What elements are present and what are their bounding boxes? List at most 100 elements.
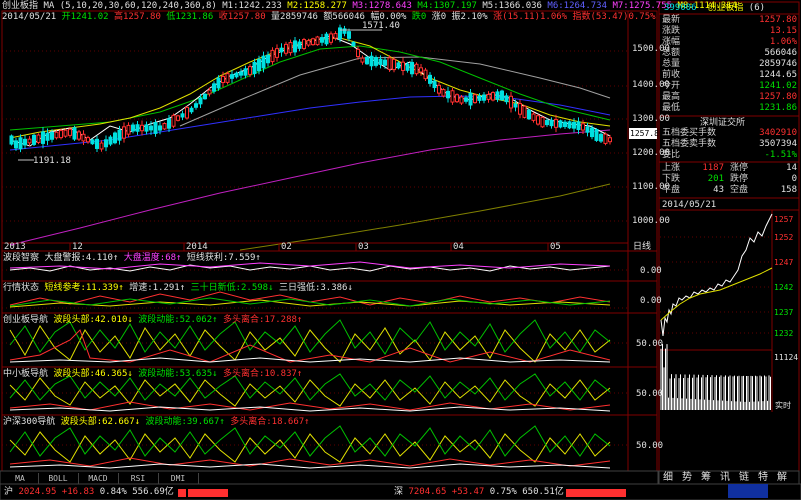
ind2-axis: 0.00	[640, 296, 662, 306]
candle-body	[203, 93, 207, 100]
candle-body	[608, 137, 612, 143]
mini-chart-date: 2014/05/21	[662, 200, 717, 210]
mini-axis-label: 1242	[774, 283, 794, 292]
candle-body	[59, 130, 63, 139]
quote-value: 566046	[764, 48, 797, 58]
ohlc-row: 2014/05/21 开1241.02 高1257.80 低1231.86 收1…	[2, 11, 656, 23]
order-book-label: 委比	[662, 150, 681, 160]
quote-label: 总量	[662, 59, 681, 69]
tab-dmi[interactable]: DMI	[158, 473, 199, 484]
candle-body	[369, 55, 374, 67]
breadth-label: 上涨	[662, 163, 681, 173]
candle-body	[41, 131, 45, 144]
ind4-axis: 50.00	[636, 389, 664, 399]
tab-rsi[interactable]: RSI	[118, 473, 159, 484]
ohlc-amount: 额566046	[323, 12, 365, 22]
candle-body	[527, 109, 531, 120]
mini-axis-label: 1247	[774, 258, 794, 267]
candle-body	[158, 125, 162, 131]
candle-body	[194, 103, 198, 108]
candle-body	[63, 129, 68, 137]
candle-body	[248, 66, 252, 75]
candle-body	[545, 120, 549, 126]
candle-body	[540, 116, 545, 128]
realtime-label[interactable]: 实时	[775, 400, 791, 412]
ind1-header: 波段智察 大盘警报:4.110↑ 大盘温度:68↑ 短线获利:7.559↑	[3, 253, 261, 263]
input-method-toolbar[interactable]	[728, 484, 768, 498]
price-axis-label: 1000.00	[632, 216, 670, 226]
candle-body	[198, 97, 203, 105]
quote-label: 前收	[662, 70, 681, 80]
price-axis-label: 1300.00	[632, 114, 670, 124]
breadth-value: 14	[786, 163, 797, 173]
candle-body	[477, 95, 482, 101]
candle-body	[50, 132, 54, 140]
candle-body	[212, 83, 216, 92]
candle-body	[131, 124, 135, 132]
candle-body	[590, 127, 594, 138]
sh-index-status: 沪 2024.95 +16.83 0.84% 556.69亿	[4, 487, 174, 497]
candle-body	[513, 103, 518, 108]
candle-body	[464, 97, 468, 102]
sidebar-tab[interactable]: 细	[663, 472, 673, 484]
sidebar-tab[interactable]: 势	[682, 472, 692, 484]
tab-macd[interactable]: MACD	[78, 473, 119, 484]
main-chart-frame	[1, 10, 658, 252]
breadth-label: 下跌	[662, 174, 681, 184]
sidebar-tab[interactable]: 链	[739, 472, 749, 484]
ohlc-high: 高1257.80	[113, 12, 161, 22]
candle-body	[347, 31, 351, 39]
candle-body	[495, 91, 500, 100]
candle-body	[32, 134, 36, 145]
breadth-value: 43	[713, 185, 724, 195]
breadth-label: 跌停	[730, 174, 749, 184]
candle-body	[95, 138, 99, 149]
tab-ma[interactable]: MA	[2, 473, 39, 484]
candle-body	[239, 71, 243, 76]
candle-body	[257, 58, 261, 72]
time-axis-label: 02	[281, 242, 292, 252]
quote-label: 最新	[662, 15, 681, 25]
sidebar-tab[interactable]: 讯	[720, 472, 730, 484]
candle-body	[68, 128, 72, 136]
sidebar-header: 399006 创业板指 (6)	[664, 2, 765, 14]
candle-body	[176, 115, 180, 121]
candle-body	[90, 139, 95, 145]
candle-body	[302, 39, 306, 49]
breadth-value: 0	[791, 174, 797, 184]
ohlc-close: 收1257.80	[218, 12, 266, 22]
quote-value: 1241.02	[759, 81, 797, 91]
sidebar-tab[interactable]: 解	[777, 472, 787, 484]
breadth-row: 平盘 43 空盘 158	[662, 185, 797, 196]
candle-body	[293, 40, 297, 53]
quote-row: 总量 2859746	[662, 59, 797, 70]
ohlc-open: 开1241.02	[61, 12, 109, 22]
candle-body	[266, 54, 270, 64]
sidebar-tab[interactable]: 特	[758, 472, 768, 484]
ma-m6: M6:1264.734	[547, 1, 608, 11]
candle-body	[23, 138, 27, 146]
candle-body	[554, 119, 558, 128]
candle-body	[149, 125, 153, 131]
candle-body	[428, 74, 432, 84]
candle-body	[162, 123, 167, 130]
ind5-axis: 50.00	[636, 441, 664, 451]
sidebar-tab[interactable]: 筹	[701, 472, 711, 484]
trough-price-label: 1191.18	[33, 156, 71, 166]
quote-value: 1244.65	[759, 70, 797, 80]
candle-body	[333, 33, 338, 39]
time-axis-ticks	[69, 243, 549, 251]
tab-boll[interactable]: BOLL	[38, 473, 79, 484]
quote-value: 1.06%	[769, 37, 797, 47]
candle-body	[72, 127, 77, 140]
candle-body	[500, 90, 504, 101]
quote-row: 最高 1257.80	[662, 92, 797, 103]
candle-body	[315, 36, 320, 46]
candle-body	[189, 107, 194, 113]
candle-body	[356, 48, 360, 58]
candle-body	[522, 105, 527, 118]
order-book-value: 3507394	[759, 139, 797, 149]
ind2-header: 行情状态 短线参考:11.339↑ 增速:1.291↑ 三十日新低:2.598↓…	[3, 283, 353, 293]
candle-body	[243, 68, 248, 76]
candle-body	[441, 89, 446, 97]
